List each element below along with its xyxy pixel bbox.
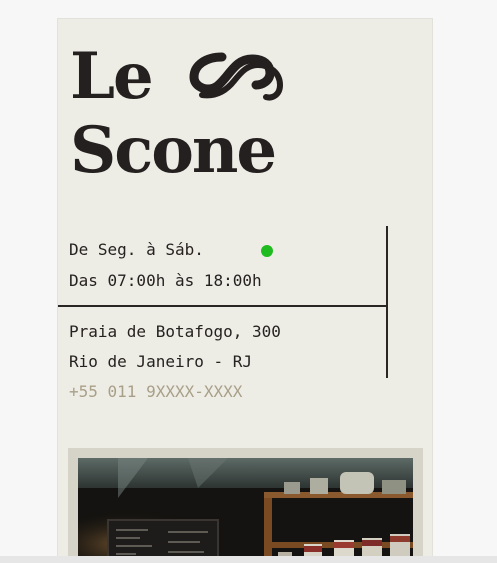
phone-number[interactable]: +55 011 9XXXX-XXXX <box>69 384 242 400</box>
divider-vertical <box>386 226 388 378</box>
info-panel: Le Scone De Seg. à Sáb. Das 07:00h às 18… <box>57 18 433 563</box>
brand-name-line1: Le <box>70 39 154 114</box>
photo-frame <box>68 448 423 563</box>
swirl-s-icon <box>189 52 284 101</box>
address-street: Praia de Botafogo, 300 <box>69 322 281 341</box>
cafe-photo-art <box>78 458 413 563</box>
opening-hours: Das 07:00h às 18:00h <box>69 271 262 290</box>
store-info: De Seg. à Sáb. Das 07:00h às 18:00h Prai… <box>58 226 388 400</box>
opening-days: De Seg. à Sáb. <box>69 240 204 259</box>
divider-horizontal <box>58 305 388 307</box>
cafe-interior-photo <box>78 458 413 563</box>
bottom-scroll-edge <box>0 556 497 563</box>
address-city: Rio de Janeiro - RJ <box>69 352 253 371</box>
open-status-indicator <box>261 245 273 257</box>
brand-name-line2: Scone <box>70 113 277 188</box>
brand-logo[interactable]: Le Scone <box>70 33 330 183</box>
